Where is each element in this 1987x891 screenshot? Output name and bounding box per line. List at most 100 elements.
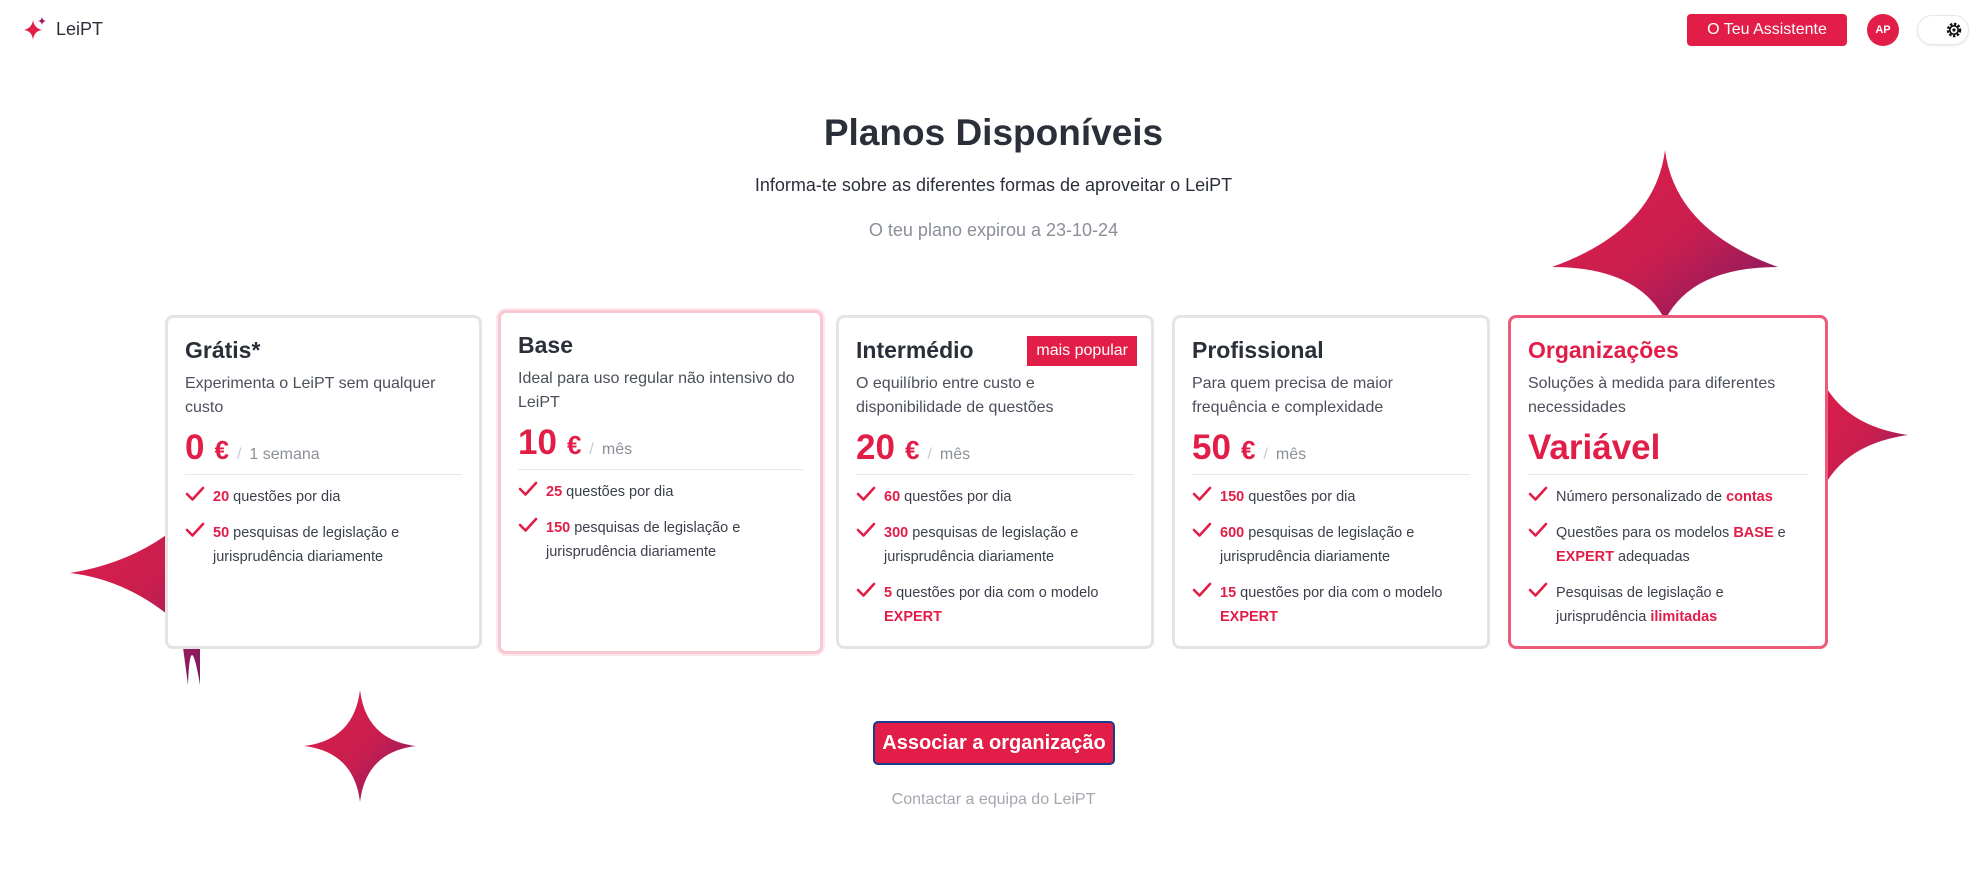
plan-currency: €	[1240, 435, 1256, 465]
logo[interactable]: LeiPT	[22, 16, 103, 42]
price-row: Variável	[1528, 428, 1808, 468]
feature-text: 5 questões por dia com o modelo EXPERT	[884, 581, 1134, 629]
feature-list: 20 questões por dia 50 pesquisas de legi…	[185, 485, 462, 569]
feature-highlight: contas	[1726, 489, 1773, 505]
feature-text-part: Número personalizado de	[1556, 489, 1727, 505]
theme-toggle[interactable]	[1918, 16, 1968, 44]
feature-text: 60 questões por dia	[884, 485, 1011, 509]
feature-highlight: BASE	[1733, 525, 1774, 541]
plan-card-base[interactable]: Base Ideal para uso regular não intensivo…	[498, 310, 823, 654]
plan-period: / mês	[927, 446, 971, 463]
feature-text-part: questões por dia com o modelo	[1236, 585, 1443, 601]
feature-text: 600 pesquisas de legislação e jurisprudê…	[1220, 521, 1470, 569]
popular-badge: mais popular	[1027, 336, 1137, 366]
check-icon	[518, 517, 540, 538]
check-icon	[185, 486, 207, 507]
contact-team-link[interactable]: Contactar a equipa do LeiPT	[0, 791, 1987, 809]
plan-price: Variável	[1528, 428, 1661, 467]
plan-title: Profissional	[1192, 337, 1324, 363]
feature-text: 15 questões por dia com o modelo EXPERT	[1220, 581, 1470, 629]
plan-card-intermediate[interactable]: Intermédio mais popular O equilíbrio entre…	[836, 315, 1154, 649]
feature-text-part: pesquisas de legislação e jurisprudência…	[1220, 525, 1415, 565]
top-header: LeiPT O Teu Assistente AP	[0, 0, 1987, 60]
feature-text-part: e	[1773, 525, 1786, 541]
feature-item: Pesquisas de legislação e jurisprudência…	[1528, 581, 1808, 629]
feature-text-part: pesquisas de legislação e jurisprudência…	[546, 520, 741, 560]
feature-item: 600 pesquisas de legislação e jurisprudê…	[1192, 521, 1470, 569]
feature-item: 60 questões por dia	[856, 485, 1134, 509]
feature-highlight: 60	[884, 489, 901, 505]
page-title: Planos Disponíveis	[823, 112, 1164, 153]
divider	[518, 469, 803, 470]
price-row: 0 € /1 semana	[185, 428, 462, 468]
sparkle-logo-icon	[24, 17, 46, 40]
feature-item: 150 pesquisas de legislação e jurisprudê…	[518, 516, 803, 564]
feature-text: Questões para os modelos BASE e EXPERT a…	[1556, 521, 1808, 569]
check-icon	[1192, 582, 1214, 603]
price-row: 50 € / mês	[1192, 428, 1470, 468]
feature-highlight: EXPERT	[1220, 609, 1279, 625]
check-icon	[1528, 522, 1550, 543]
divider	[1528, 474, 1808, 475]
feature-list: 150 questões por dia 600 pesquisas de le…	[1192, 485, 1470, 629]
decorative-star-right	[1818, 370, 1908, 500]
plan-card-free[interactable]: Grátis* Experimenta o LeiPT sem qualquer …	[165, 315, 482, 649]
plan-period: /1 semana	[236, 446, 320, 463]
feature-text-part: adequadas	[1614, 549, 1690, 565]
feature-item: 25 questões por dia	[518, 480, 803, 504]
divider	[185, 474, 462, 475]
feature-text-part: pesquisas de legislação e jurisprudência…	[213, 525, 400, 565]
decorative-star-bottom-left	[304, 690, 416, 802]
feature-highlight: 150	[1220, 489, 1245, 505]
feature-item: Questões para os modelos BASE e EXPERT a…	[1528, 521, 1808, 569]
check-icon	[1528, 582, 1550, 603]
plan-currency: €	[566, 430, 582, 460]
logo-text: LeiPT	[56, 18, 104, 39]
feature-item: 5 questões por dia com o modelo EXPERT	[856, 581, 1134, 629]
feature-item: 50 pesquisas de legislação e jurisprudên…	[185, 521, 462, 569]
check-icon	[856, 486, 878, 507]
feature-text: 20 questões por dia	[213, 485, 340, 509]
feature-highlight: 600	[1220, 525, 1245, 541]
avatar[interactable]: AP	[1867, 14, 1899, 46]
price-row: 20 € / mês	[856, 428, 1134, 468]
check-icon	[856, 522, 878, 543]
plan-price: 10	[518, 423, 557, 462]
plan-currency: €	[214, 435, 229, 465]
feature-highlight: 50	[213, 525, 230, 541]
feature-highlight: 150	[546, 520, 571, 536]
plan-period-label: mês	[601, 441, 633, 458]
feature-text-part: Questões para os modelos	[1556, 525, 1734, 541]
feature-text-part: questões por dia	[1244, 489, 1356, 505]
feature-text-part: pesquisas de legislação e jurisprudência…	[884, 525, 1079, 565]
feature-highlight: ilimitadas	[1650, 609, 1718, 625]
page-subtitle: Informa-te sobre as diferentes formas de…	[754, 175, 1233, 195]
feature-text: 150 pesquisas de legislação e jurisprudê…	[546, 516, 803, 564]
feature-list: 60 questões por dia 300 pesquisas de leg…	[856, 485, 1134, 629]
feature-text: 150 questões por dia	[1220, 485, 1355, 509]
feature-item: 150 questões por dia	[1192, 485, 1470, 509]
join-organization-button[interactable]: Associar a organização	[873, 721, 1115, 765]
feature-item: 15 questões por dia com o modelo EXPERT	[1192, 581, 1470, 629]
check-icon	[1192, 486, 1214, 507]
check-icon	[185, 522, 207, 543]
feature-item: 20 questões por dia	[185, 485, 462, 509]
plan-title: Base	[518, 332, 573, 358]
plan-period-label: mês	[1275, 446, 1307, 463]
feature-text-part: questões por dia	[900, 489, 1012, 505]
plan-card-professional[interactable]: Profissional Para quem precisa de maior f…	[1172, 315, 1490, 649]
feature-text: Número personalizado de contas	[1556, 485, 1773, 509]
plan-description: Soluções à medida para diferentes necess…	[1528, 375, 1776, 416]
plan-expired-notice: O teu plano expirou a 23-10-24	[868, 220, 1119, 240]
feature-highlight: 5	[884, 585, 893, 601]
check-icon	[518, 481, 540, 502]
feature-text: 300 pesquisas de legislação e jurisprudê…	[884, 521, 1134, 569]
feature-text-part: questões por dia	[229, 489, 341, 505]
feature-item: 300 pesquisas de legislação e jurisprudê…	[856, 521, 1134, 569]
plan-currency: €	[904, 435, 920, 465]
plan-title: Grátis*	[185, 337, 261, 363]
assistant-button[interactable]: O Teu Assistente	[1687, 14, 1847, 46]
plan-card-org[interactable]: Organizações Soluções à medida para difer…	[1508, 315, 1828, 649]
feature-list: Número personalizado de contas Questões …	[1528, 485, 1808, 629]
feature-list: 25 questões por dia 150 pesquisas de leg…	[518, 480, 803, 564]
